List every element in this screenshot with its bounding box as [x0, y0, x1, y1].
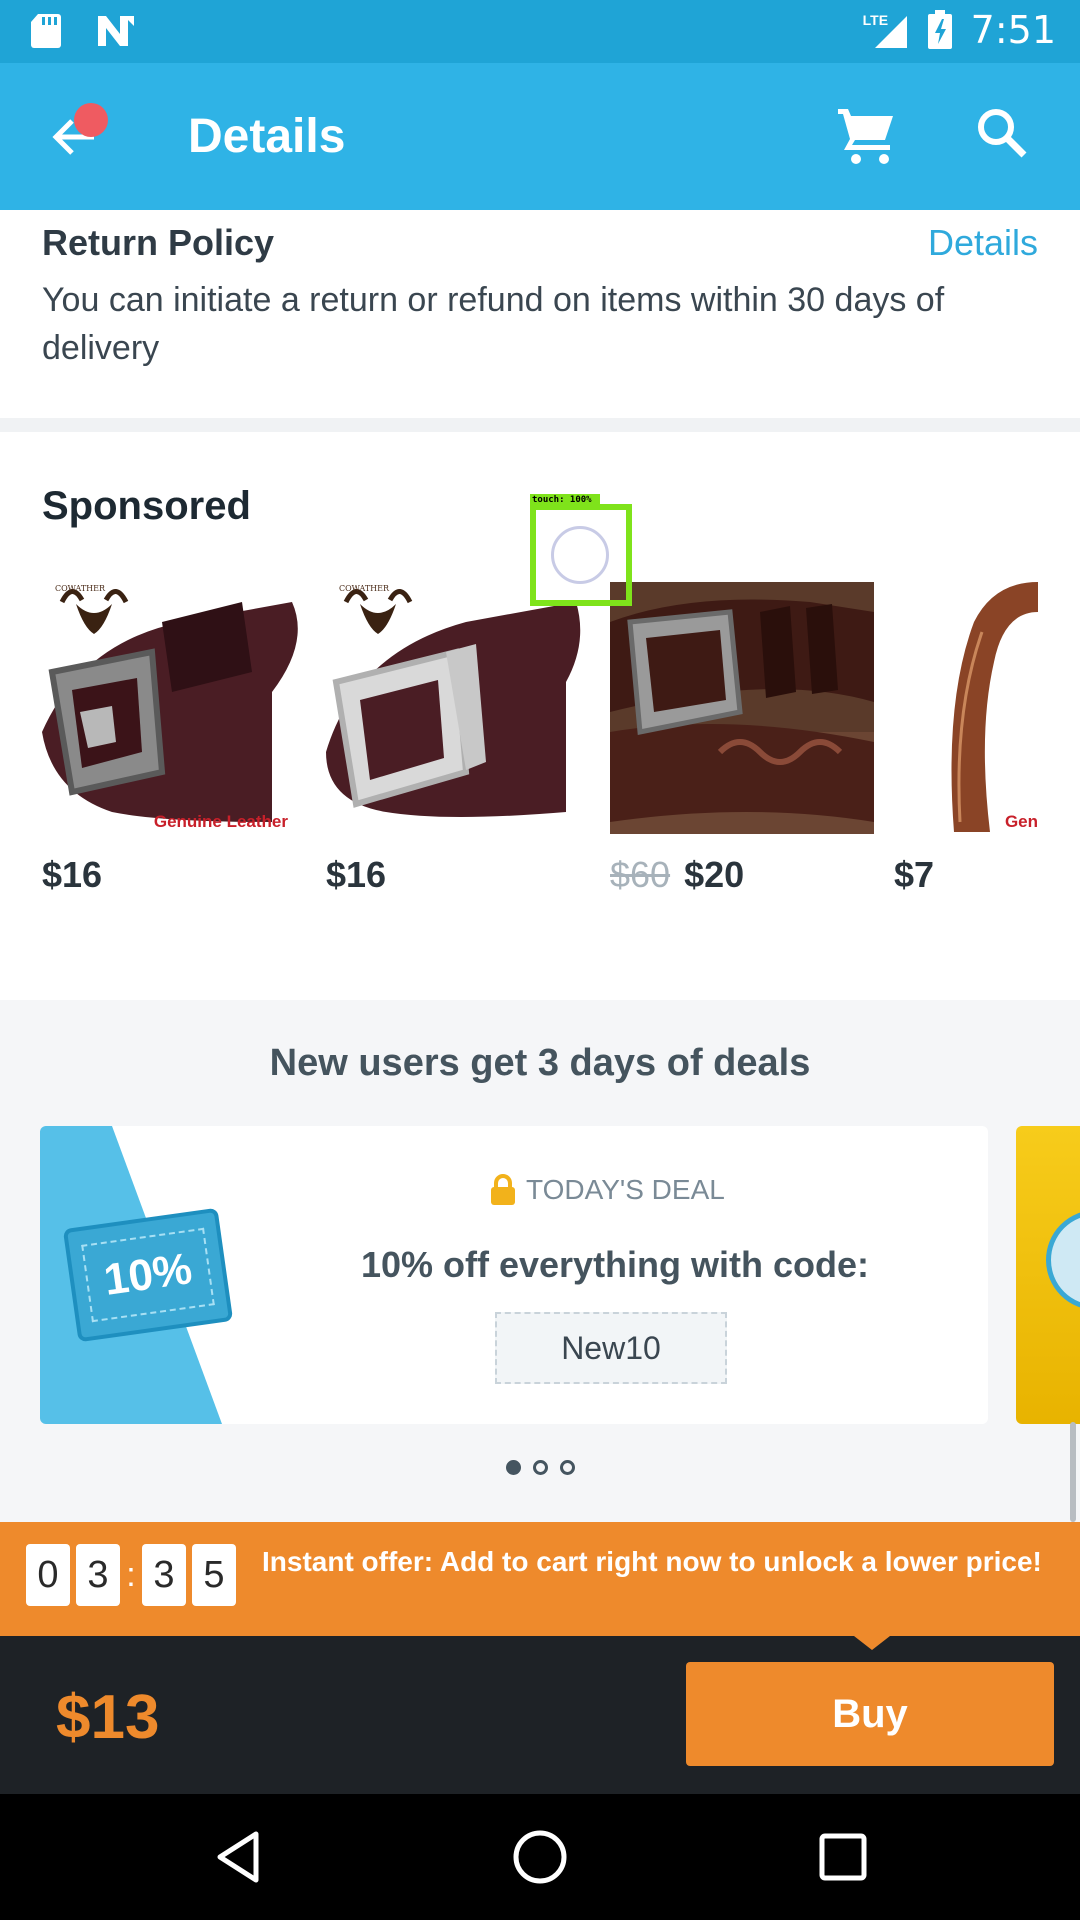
nav-home-icon[interactable] [507, 1824, 573, 1890]
product-old-price: $60 [610, 854, 671, 895]
carousel-dot[interactable] [505, 1460, 521, 1475]
sponsored-title: Sponsored [42, 484, 251, 528]
touch-indicator-circle [551, 526, 609, 584]
timer-digit: 0 [26, 1544, 70, 1606]
deal-tag: TODAY'S DEAL [490, 1174, 725, 1206]
carousel-dot[interactable] [559, 1460, 575, 1475]
product-price: $16 [42, 854, 103, 895]
cart-icon [838, 109, 893, 164]
instant-offer-text: Instant offer: Add to cart right now to … [262, 1546, 1042, 1577]
return-policy-title: Return Policy [42, 222, 275, 263]
deal-card-next[interactable] [1016, 1126, 1080, 1424]
return-policy-section: Return Policy Details You can initiate a… [0, 210, 1080, 418]
n-notification-icon [98, 16, 134, 46]
nav-back-icon[interactable] [206, 1824, 272, 1890]
deal-code[interactable]: New10 [495, 1312, 727, 1384]
search-icon [978, 109, 1027, 158]
toolbar: Details [0, 63, 1080, 210]
lock-icon [491, 1174, 515, 1205]
battery-charging-icon [927, 10, 952, 49]
timer-separator: : [126, 1555, 136, 1594]
brand-label: COWATHER [338, 584, 390, 593]
timer-digit: 3 [76, 1544, 120, 1606]
scrollbar[interactable] [1070, 1422, 1076, 1522]
product-card[interactable]: $60 $20 [610, 582, 874, 896]
navigation-bar [0, 1794, 1080, 1920]
sd-card-icon [31, 14, 61, 48]
product-card[interactable]: Gen $7 [894, 582, 1038, 896]
deal-tag-label: TODAY'S DEAL [526, 1174, 725, 1205]
countdown-timer: 0 3 : 3 5 [26, 1544, 236, 1606]
return-policy-details-link[interactable]: Details [928, 222, 1038, 264]
timer-digit: 3 [142, 1544, 186, 1606]
product-label: Gen [1004, 812, 1038, 831]
deals-section: New users get 3 days of deals 10% TODAY'… [0, 1000, 1080, 1522]
return-policy-text: You can initiate a return or refund on i… [42, 281, 945, 367]
product-image: COWATHER [326, 582, 590, 834]
offer-pointer [854, 1636, 890, 1650]
deal-next-graphic [1046, 1210, 1080, 1310]
product-label: Genuine Leather [153, 812, 288, 831]
product-image: Gen [894, 582, 1038, 834]
product-price: $7 [894, 854, 935, 895]
brand-label: COWATHER [54, 584, 106, 593]
coupon-icon: 10% [62, 1207, 234, 1343]
status-time: 7:51 [970, 8, 1056, 52]
carousel-dot[interactable] [532, 1460, 548, 1475]
section-divider [0, 418, 1080, 432]
cart-button[interactable] [836, 107, 900, 167]
product-card[interactable]: COWATHER Genuine Leather $16 [42, 582, 306, 896]
product-price: $20 [684, 854, 745, 895]
page-title: Details [188, 110, 346, 163]
product-price: $16 [326, 854, 387, 895]
buy-bar: $13 Buy [0, 1636, 1080, 1794]
instant-offer-bar[interactable]: 0 3 : 3 5 Instant offer: Add to cart rig… [0, 1522, 1080, 1636]
timer-digit: 5 [192, 1544, 236, 1606]
deals-title: New users get 3 days of deals [269, 1042, 811, 1084]
product-image [610, 582, 874, 834]
deal-card[interactable]: 10% TODAY'S DEAL 10% off everything with… [40, 1126, 988, 1424]
deal-headline: 10% off everything with code: [360, 1244, 870, 1285]
signal-icon: LTE [863, 10, 909, 50]
product-card[interactable]: COWATHER $16 [326, 582, 590, 896]
carousel-dots [0, 1460, 1080, 1475]
buy-button[interactable]: Buy [686, 1662, 1054, 1766]
notification-dot [74, 103, 108, 137]
product-image: COWATHER Genuine Leather [42, 582, 306, 834]
status-bar: LTE 7:51 [0, 0, 1080, 63]
nav-recents-icon[interactable] [810, 1824, 876, 1890]
search-button[interactable] [976, 107, 1036, 167]
buy-price: $13 [56, 1683, 160, 1752]
